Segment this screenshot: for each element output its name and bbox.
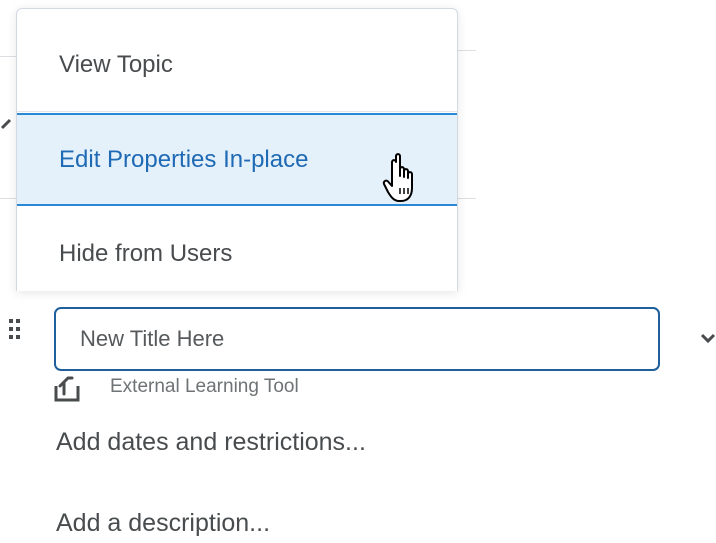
- page: View Topic Edit Properties In-place Hide…: [0, 0, 716, 543]
- hand-pointer-cursor-icon: [378, 150, 420, 208]
- background-divider: [456, 50, 476, 51]
- topic-title-input[interactable]: [54, 307, 660, 371]
- menu-item-label: Edit Properties In-place: [59, 145, 309, 173]
- external-tool-icon: [52, 374, 82, 404]
- menu-item-view-topic[interactable]: View Topic: [17, 19, 457, 112]
- background-divider: [0, 198, 16, 199]
- chevron-down-icon[interactable]: [700, 330, 716, 346]
- menu-item-label: Hide from Users: [59, 239, 233, 267]
- background-divider: [0, 56, 16, 57]
- add-description-link[interactable]: Add a description...: [56, 509, 270, 538]
- background-divider: [456, 198, 476, 199]
- background-chevron-icon: [0, 112, 14, 136]
- menu-item-label: View Topic: [59, 51, 173, 78]
- drag-handle-icon[interactable]: [8, 318, 22, 340]
- add-dates-restrictions-link[interactable]: Add dates and restrictions...: [56, 428, 366, 457]
- menu-item-hide-from-users[interactable]: Hide from Users: [17, 206, 457, 291]
- topic-type-label: External Learning Tool: [110, 376, 299, 397]
